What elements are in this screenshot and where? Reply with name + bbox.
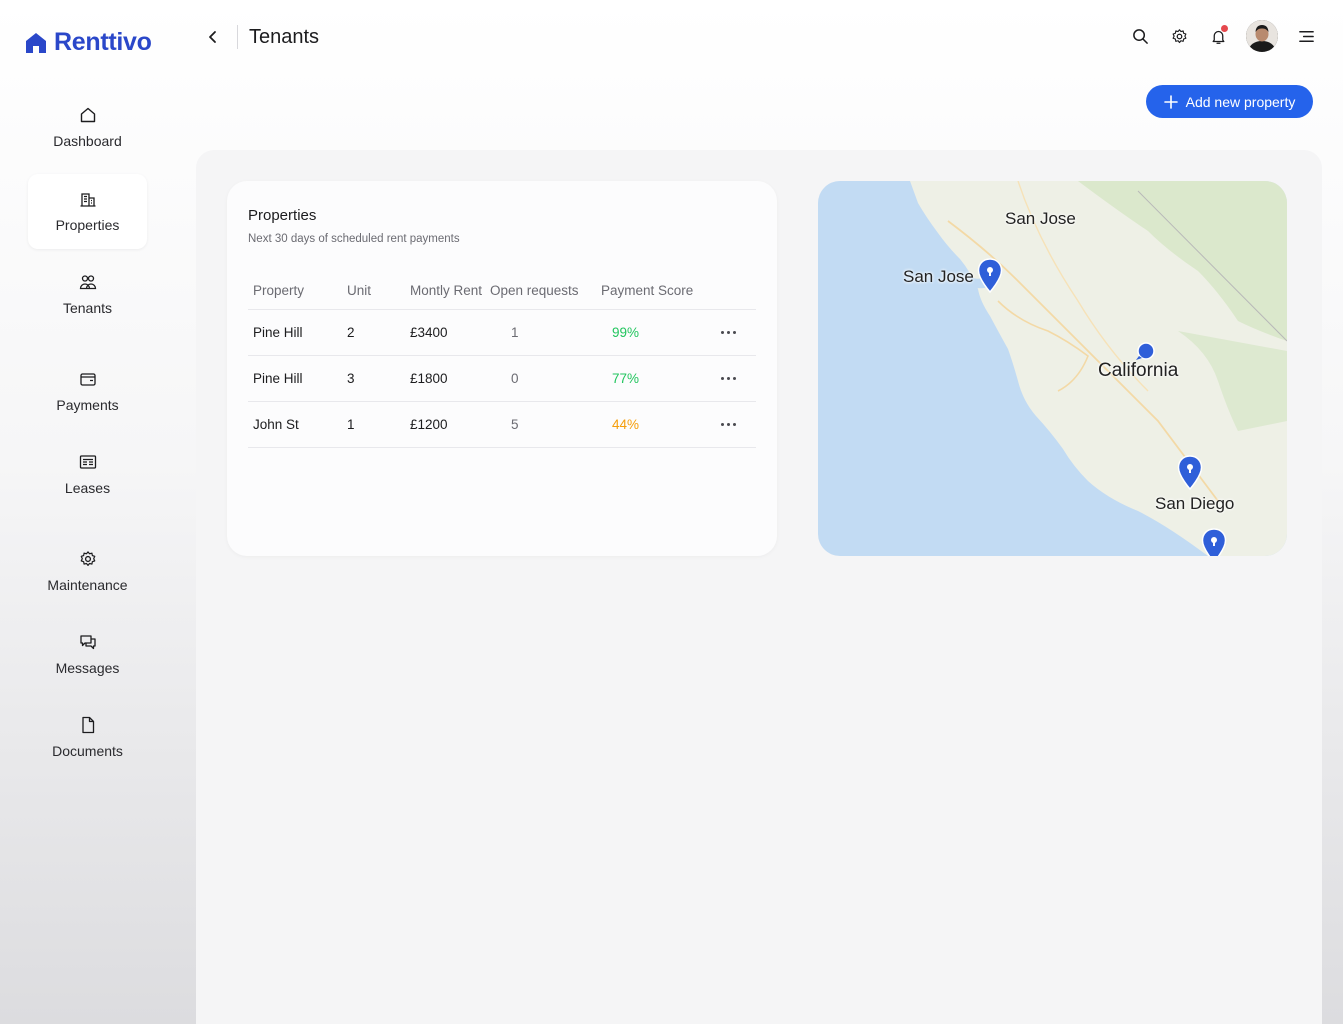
row-more-button[interactable] xyxy=(709,377,756,380)
chevron-left-icon xyxy=(209,31,216,43)
sidebar-item-messages[interactable]: Messages xyxy=(28,617,147,692)
app-name: Renttivo xyxy=(54,28,152,56)
logo[interactable]: Renttivo xyxy=(24,28,152,57)
table-row[interactable]: John St 1 £1200 5 44% xyxy=(248,401,756,448)
cell-payment-score: 99% xyxy=(601,309,709,356)
header-divider xyxy=(237,25,238,49)
cell-rent: £1200 xyxy=(410,401,490,448)
sidebar-item-documents[interactable]: Documents xyxy=(28,700,147,775)
cell-property: Pine Hill xyxy=(248,355,347,402)
map-pin-icon[interactable] xyxy=(1177,455,1203,491)
map-label: San Jose xyxy=(903,267,974,286)
avatar-image xyxy=(1246,20,1278,52)
column-header-open-requests[interactable]: Open requests xyxy=(490,280,601,310)
menu-button[interactable] xyxy=(1295,25,1317,47)
more-dots-icon xyxy=(721,331,724,334)
cell-payment-score: 44% xyxy=(601,401,709,448)
map-label: San Diego xyxy=(1155,494,1235,513)
home-icon xyxy=(79,106,97,124)
map-pin-icon[interactable] xyxy=(1201,528,1227,556)
card-subtitle: Next 30 days of scheduled rent payments xyxy=(248,233,460,245)
add-new-property-label: Add new property xyxy=(1185,93,1296,110)
cell-unit: 2 xyxy=(347,309,410,356)
messages-icon xyxy=(79,633,97,651)
cell-unit: 1 xyxy=(347,401,410,448)
properties-table: Property Unit Montly Rent Open requests … xyxy=(248,280,756,448)
sidebar-item-payments[interactable]: Payments xyxy=(28,354,147,429)
map-pin-icon[interactable] xyxy=(1134,341,1156,363)
column-header-property[interactable]: Property xyxy=(248,280,347,310)
cell-property: Pine Hill xyxy=(248,309,347,356)
page-title: Tenants xyxy=(249,26,320,48)
sidebar-item-label: Dashboard xyxy=(53,133,122,149)
column-header-payment-score[interactable]: Payment Score xyxy=(601,280,709,310)
menu-icon xyxy=(1298,30,1314,42)
sidebar-item-leases[interactable]: Leases xyxy=(28,437,147,512)
sidebar-item-label: Tenants xyxy=(62,300,113,316)
cell-rent: £3400 xyxy=(410,309,490,356)
cell-rent: £1800 xyxy=(410,355,490,402)
cell-open-requests: 0 xyxy=(490,355,601,402)
building-icon xyxy=(79,190,97,208)
search-icon xyxy=(1132,28,1148,44)
gear-icon xyxy=(1172,28,1186,43)
sidebar-item-tenants[interactable]: Tenants xyxy=(28,257,147,332)
home-logo-icon xyxy=(26,32,46,53)
users-icon xyxy=(79,273,97,291)
cell-property: John St xyxy=(248,401,347,448)
cell-open-requests: 5 xyxy=(490,401,601,448)
add-new-property-button[interactable]: Add new property xyxy=(1146,85,1313,118)
column-header-unit[interactable]: Unit xyxy=(347,280,410,310)
properties-card: Properties Next 30 days of scheduled ren… xyxy=(227,181,777,556)
back-button[interactable] xyxy=(202,26,224,48)
cell-open-requests: 1 xyxy=(490,309,601,356)
cell-payment-score: 77% xyxy=(601,355,709,402)
search-button[interactable] xyxy=(1129,25,1151,47)
sidebar-item-dashboard[interactable]: Dashboard xyxy=(28,90,147,165)
lease-icon xyxy=(79,453,97,471)
column-header-rent[interactable]: Montly Rent xyxy=(410,280,490,310)
sidebar-item-label: Properties xyxy=(55,217,120,233)
plus-icon xyxy=(1163,94,1178,109)
more-dots-icon xyxy=(721,377,724,380)
cell-unit: 3 xyxy=(347,355,410,402)
map-label: California xyxy=(1098,360,1179,381)
sidebar-item-label: Messages xyxy=(55,660,120,676)
sidebar-item-label: Maintenance xyxy=(47,577,128,593)
row-more-button[interactable] xyxy=(709,331,756,334)
table-row[interactable]: Pine Hill 3 £1800 0 77% xyxy=(248,355,756,402)
sidebar-item-maintenance[interactable]: Maintenance xyxy=(28,534,147,609)
table-header-row: Property Unit Montly Rent Open requests … xyxy=(248,280,756,310)
card-title: Properties xyxy=(248,207,317,224)
wallet-icon xyxy=(79,370,97,388)
table-row[interactable]: Pine Hill 2 £3400 1 99% xyxy=(248,309,756,356)
column-header-actions xyxy=(709,280,756,310)
document-icon xyxy=(79,716,97,734)
avatar[interactable] xyxy=(1246,20,1278,52)
sidebar-item-label: Payments xyxy=(56,397,119,413)
map-pin-icon[interactable] xyxy=(977,258,1003,294)
more-dots-icon xyxy=(721,423,724,426)
gear-icon xyxy=(79,550,97,568)
settings-button[interactable] xyxy=(1168,25,1190,47)
notifications-button[interactable] xyxy=(1207,25,1229,47)
property-map[interactable]: San Jose San Jose California San Diego xyxy=(818,181,1287,556)
sidebar-item-label: Leases xyxy=(64,480,111,496)
row-more-button[interactable] xyxy=(709,423,756,426)
sidebar-item-label: Documents xyxy=(52,743,123,759)
sidebar-item-properties[interactable]: Properties xyxy=(28,174,147,249)
notification-badge xyxy=(1221,25,1228,32)
map-label: San Jose xyxy=(1005,209,1076,228)
header-actions xyxy=(1112,20,1317,52)
